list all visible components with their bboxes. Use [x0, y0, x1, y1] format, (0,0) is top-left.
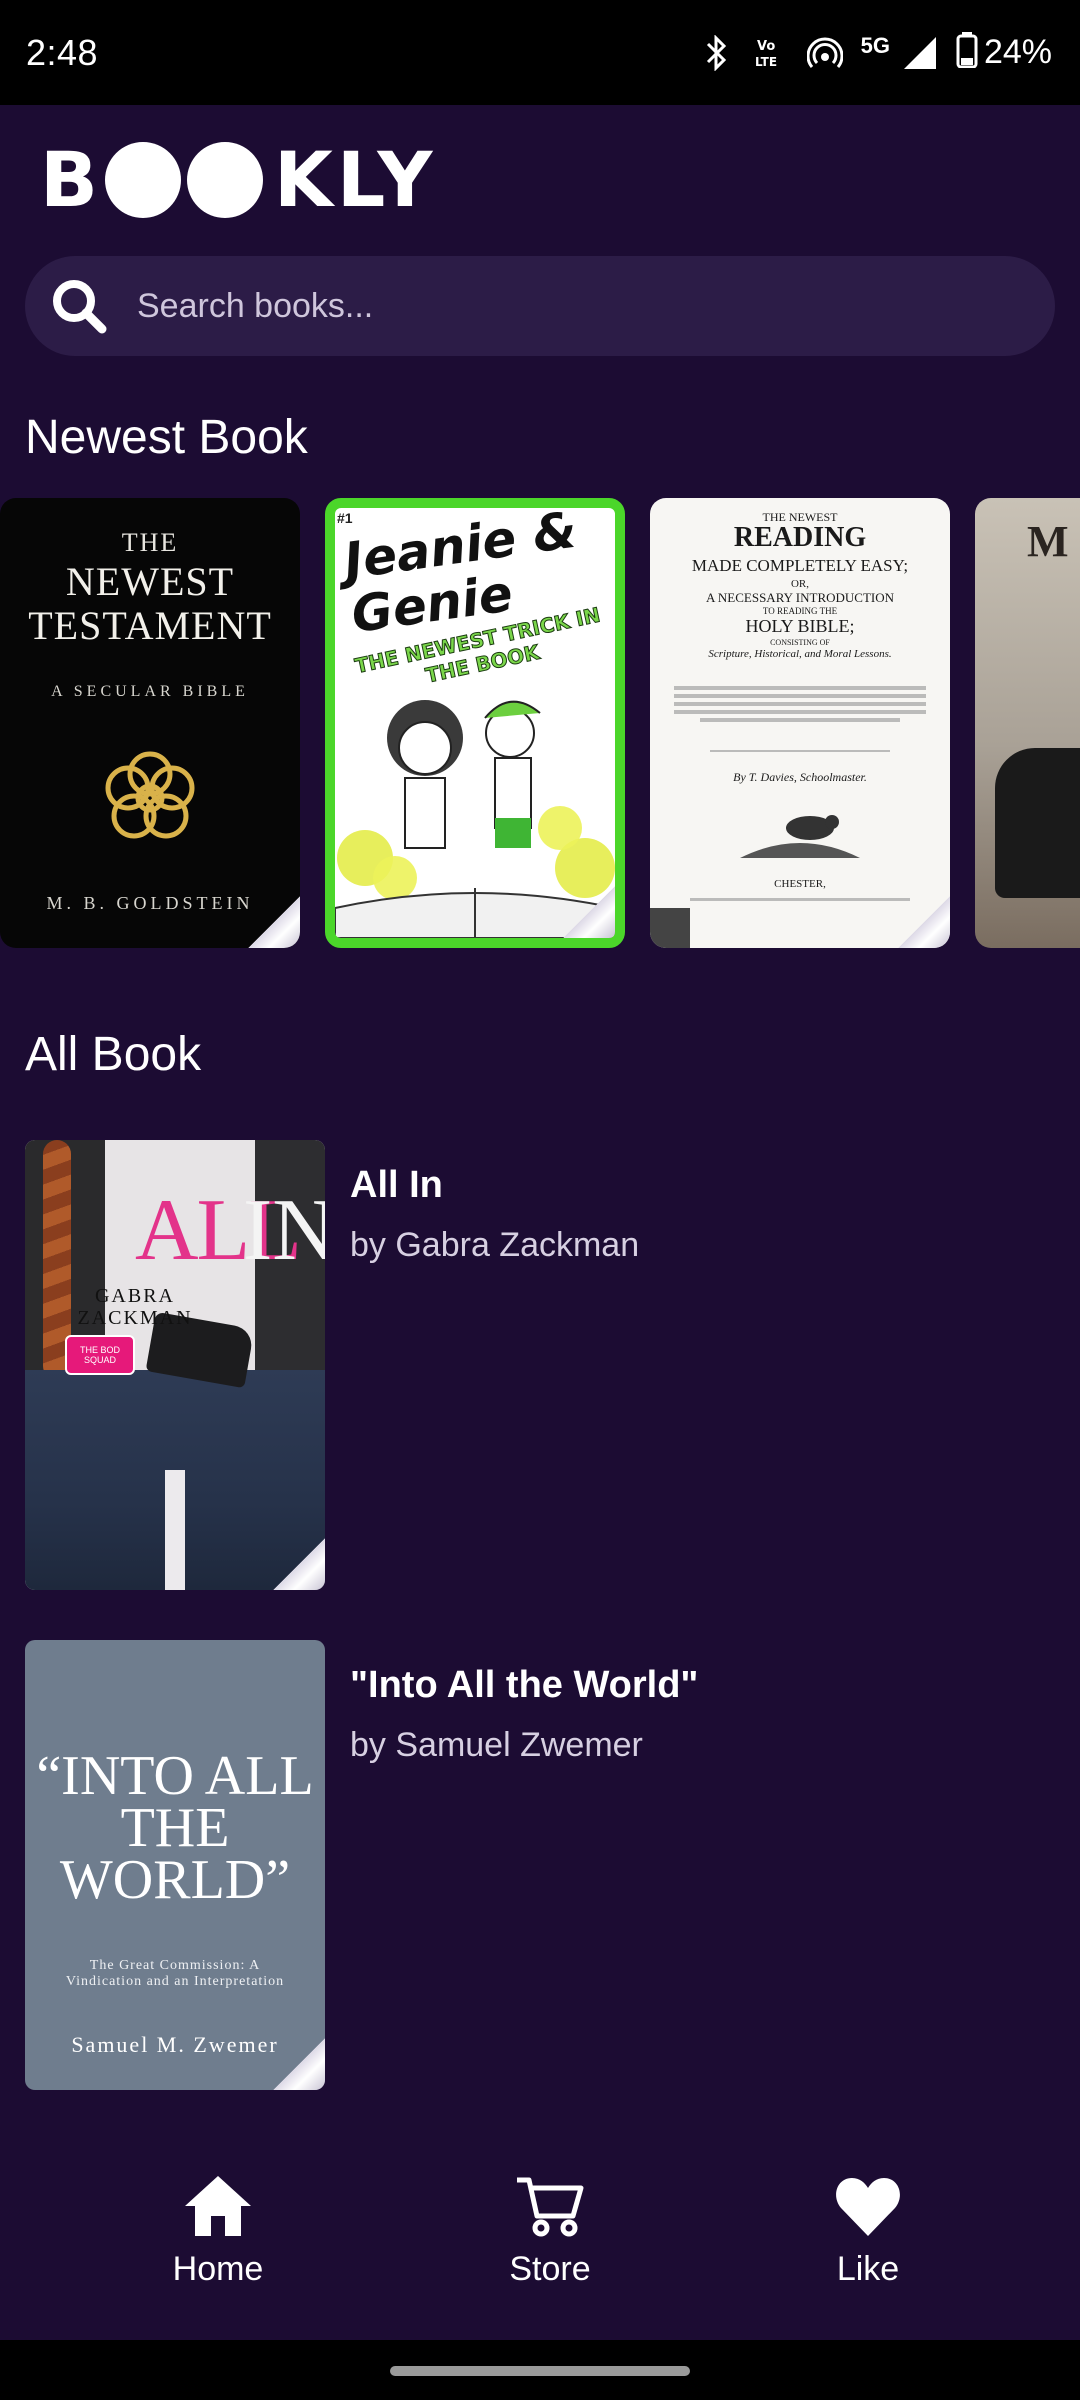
app-logo: B KLY — [40, 140, 436, 220]
divider — [710, 750, 890, 752]
divider — [674, 702, 926, 706]
status-time: 2:48 — [26, 31, 99, 73]
page-curl-icon — [273, 1538, 325, 1590]
book-author: by Samuel Zwemer — [350, 1726, 643, 1764]
cover-text: #1 — [337, 510, 353, 526]
cover-text: By T. Davies, Schoolmaster. — [733, 770, 867, 784]
home-icon — [182, 2170, 254, 2242]
heart-icon — [832, 2170, 904, 2242]
logo-prefix: B — [40, 135, 102, 224]
newest-book-cover[interactable]: THE NEWEST TESTAMENT A SECULAR BIBLE M. … — [0, 498, 300, 948]
screen: 2:48 Vo LTE 5G 24% B KLY Search books...… — [0, 0, 1080, 2400]
cover-text: THE — [121, 528, 179, 557]
page-curl-icon — [273, 2038, 325, 2090]
cover-illustration — [995, 748, 1080, 898]
status-bar: 2:48 Vo LTE 5G 24% — [0, 0, 1080, 105]
bird-illustration — [740, 815, 860, 858]
cover-text: IN — [243, 1182, 325, 1279]
cover-text: A SECULAR BIBLE — [51, 683, 249, 700]
cover-text: THE BOD SQUAD — [65, 1335, 135, 1375]
svg-text:LTE: LTE — [755, 55, 777, 69]
search-icon — [49, 276, 109, 336]
status-icons: Vo LTE 5G 24% — [699, 32, 1052, 73]
cover-text: CONSISTING OF — [770, 638, 830, 647]
divider — [674, 710, 926, 714]
book-author: by Gabra Zackman — [350, 1226, 640, 1264]
bottom-navigation: Home Store Like — [0, 2150, 1080, 2340]
book-list-item[interactable]: ALL IN GABRA ZACKMAN THE BOD SQUAD All I… — [25, 1140, 1055, 1590]
cover-text: NEWEST TESTAMENT — [28, 559, 272, 648]
logo-circle-icon — [186, 142, 263, 218]
book-cover[interactable]: ALL IN GABRA ZACKMAN THE BOD SQUAD — [25, 1140, 325, 1590]
gesture-handle[interactable] — [390, 2366, 690, 2376]
flower-emblem-icon — [105, 751, 195, 839]
gesture-area — [0, 2340, 1080, 2400]
cover-text: MADE COMPLETELY EASY; — [691, 556, 909, 575]
divider — [700, 718, 900, 722]
divider — [674, 686, 926, 690]
cover-text: OR, — [790, 578, 810, 590]
search-input[interactable]: Search books... — [137, 287, 373, 326]
cover-illustration — [165, 1470, 185, 1590]
divider — [674, 694, 926, 698]
cover-text: CHESTER, — [774, 878, 826, 890]
divider — [690, 898, 910, 901]
book-cover[interactable]: “INTO ALL THE WORLD” The Great Commissio… — [25, 1640, 325, 2090]
cart-icon — [514, 2170, 586, 2242]
cover-text: “INTO ALL THE WORLD” — [36, 1745, 314, 1911]
battery: 24% — [956, 32, 1052, 73]
logo-suffix: KLY — [273, 135, 437, 224]
page-curl-icon — [898, 896, 950, 948]
page-curl-icon — [248, 896, 300, 948]
newest-book-cover[interactable]: THE NEWEST READING MADE COMPLETELY EASY;… — [650, 498, 950, 948]
cover-text: M — [1027, 517, 1069, 566]
nav-like[interactable]: Like — [768, 2170, 968, 2320]
cover-text: A NECESSARY INTRODUCTION — [705, 590, 895, 605]
search-bar[interactable]: Search books... — [25, 256, 1055, 356]
scan-mark — [650, 908, 690, 948]
nav-label: Like — [836, 2250, 900, 2288]
book-list-item[interactable]: “INTO ALL THE WORLD” The Great Commissio… — [25, 1640, 1055, 2090]
bluetooth-icon — [699, 33, 735, 73]
signal-icon — [902, 33, 938, 73]
nav-home[interactable]: Home — [118, 2170, 318, 2320]
cover-text: TO READING THE — [762, 606, 838, 616]
book-title: "Into All the World" — [350, 1664, 699, 1706]
cover-text: Scripture, Historical, and Moral Lessons… — [708, 648, 892, 660]
battery-icon — [956, 32, 978, 73]
nav-label: Store — [509, 2250, 591, 2288]
battery-percent: 24% — [983, 33, 1052, 71]
hotspot-icon — [806, 33, 843, 73]
svg-text:Vo: Vo — [757, 39, 775, 54]
cover-text: GABRA ZACKMAN — [77, 1285, 193, 1329]
section-title-newest: Newest Book — [25, 411, 308, 464]
section-title-all: All Book — [25, 1028, 202, 1081]
cover-text: READING — [733, 522, 867, 553]
newest-books-carousel[interactable]: THE NEWEST TESTAMENT A SECULAR BIBLE M. … — [0, 498, 1080, 948]
newest-book-cover[interactable]: #1 Jeanie & Genie THE NEWEST TRICK IN TH… — [325, 498, 625, 948]
logo-circle-icon — [104, 142, 181, 218]
cover-text: HOLY BIBLE; — [745, 616, 855, 636]
volte-icon: Vo LTE — [753, 33, 789, 73]
page-curl-icon — [563, 886, 615, 938]
network-type: 5G — [860, 32, 890, 58]
cover-text: The Great Commission: A Vindication and … — [65, 1958, 285, 1989]
book-title: All In — [350, 1164, 443, 1206]
nav-store[interactable]: Store — [450, 2170, 650, 2320]
nav-label: Home — [172, 2250, 264, 2288]
newest-book-cover[interactable]: M — [975, 498, 1080, 948]
